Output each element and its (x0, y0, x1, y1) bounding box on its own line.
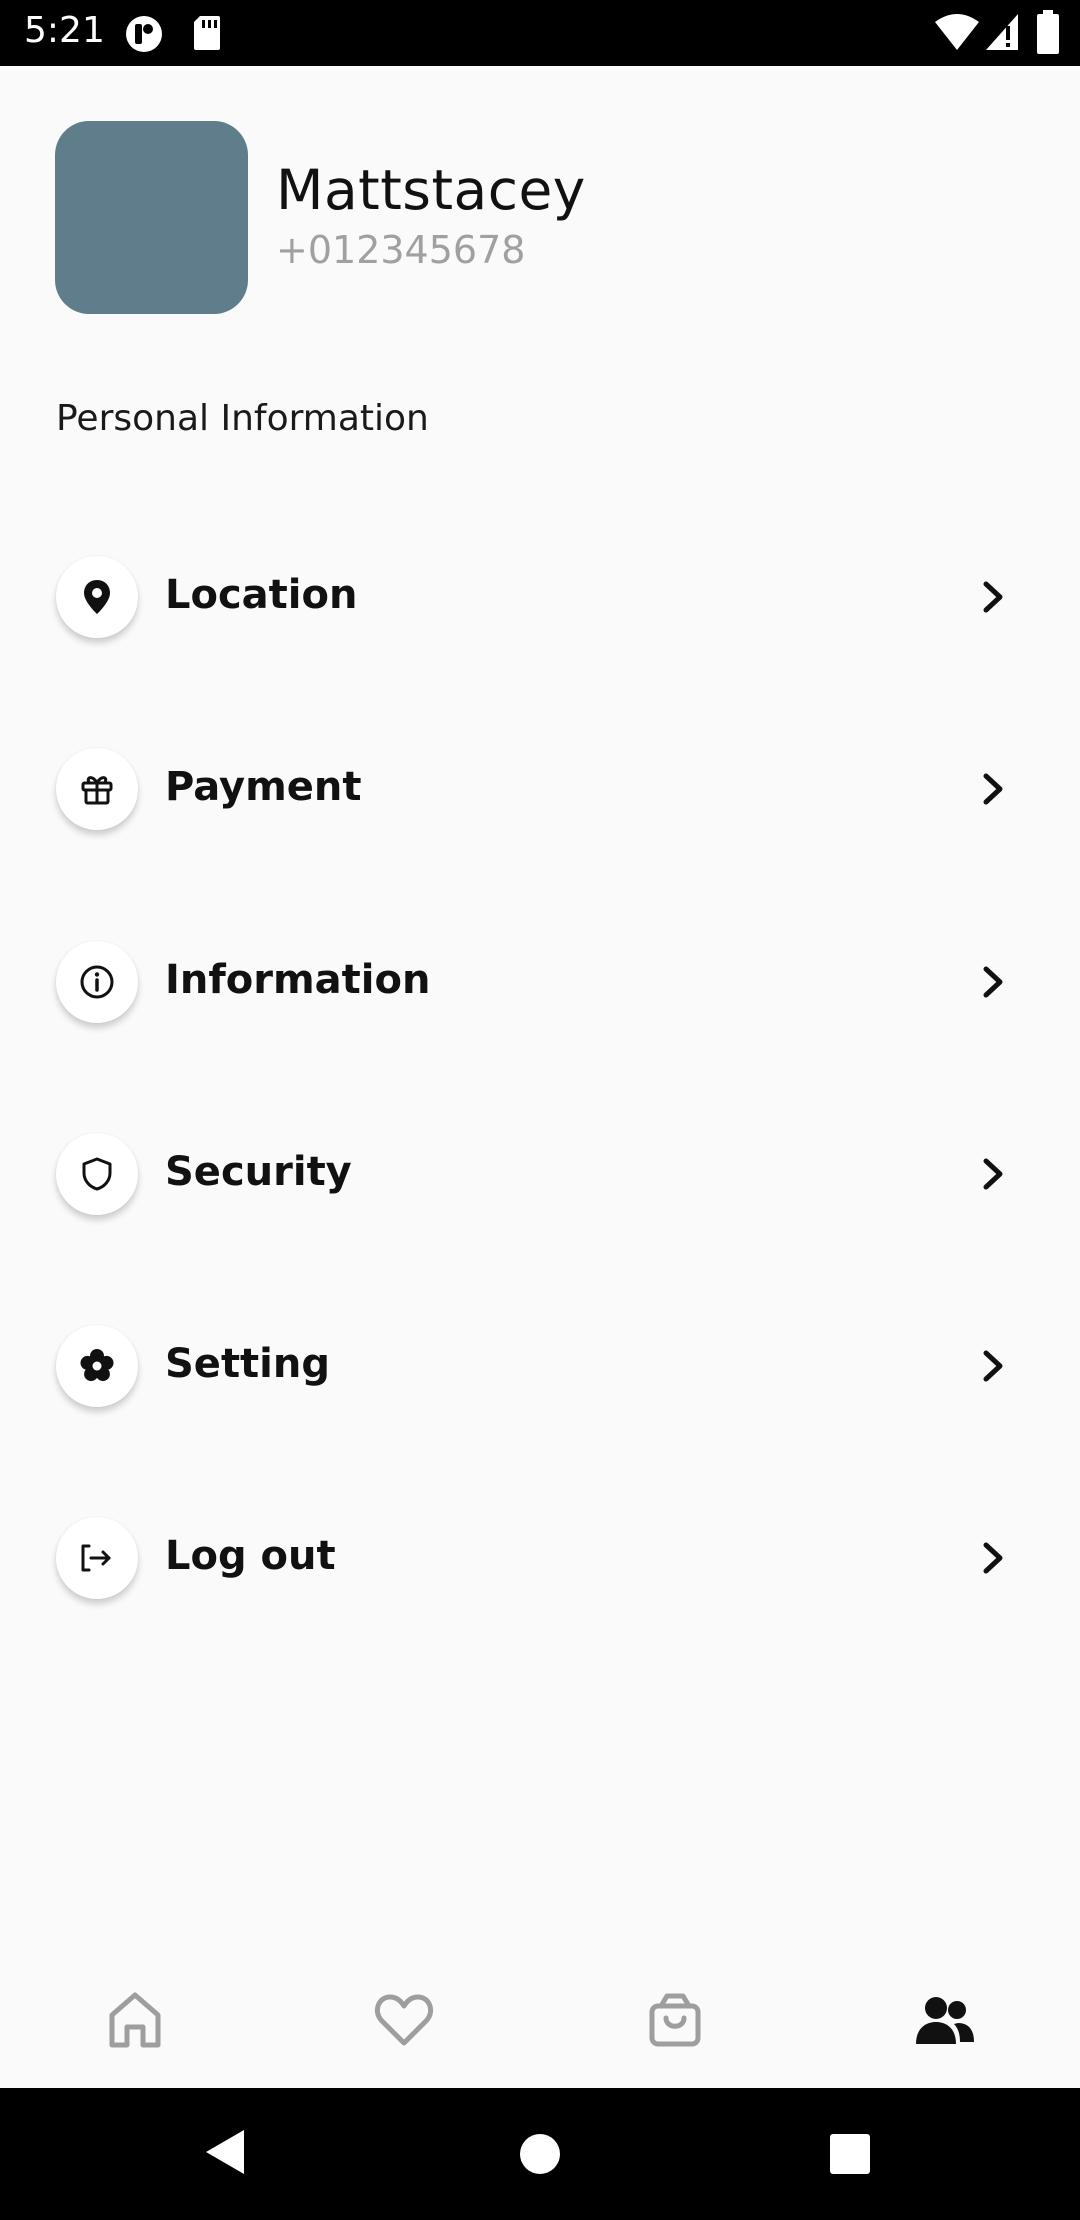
menu-label: Log out (165, 1533, 336, 1579)
home-icon (109, 1992, 161, 2048)
chevron-right-icon (983, 1158, 1003, 1190)
app-notification-icon (124, 14, 164, 59)
location-pin-icon (56, 556, 138, 638)
chevron-right-icon (983, 966, 1003, 998)
nav-bag[interactable] (627, 1972, 723, 2068)
sd-card-icon (192, 14, 222, 57)
back-icon[interactable] (204, 2128, 246, 2176)
battery-icon (1036, 10, 1060, 59)
home-circle-icon[interactable] (519, 2133, 561, 2175)
menu-label: Payment (165, 764, 362, 810)
menu-item-logout[interactable]: Log out (0, 1483, 1080, 1633)
gear-icon (56, 1325, 138, 1407)
cellular-signal-icon (984, 12, 1020, 57)
avatar[interactable] (55, 121, 248, 314)
nav-favorites[interactable] (356, 1972, 452, 2068)
menu-label: Information (165, 957, 431, 1003)
section-title: Personal Information (56, 398, 429, 439)
wifi-icon (934, 12, 980, 57)
menu-item-payment[interactable]: Payment (0, 714, 1080, 864)
nav-home[interactable] (87, 1972, 183, 2068)
logout-icon (56, 1517, 138, 1599)
chevron-right-icon (983, 773, 1003, 805)
status-time: 5:21 (24, 10, 105, 51)
people-icon (916, 1997, 974, 2044)
nav-profile[interactable] (897, 1972, 993, 2068)
info-icon (56, 941, 138, 1023)
menu-label: Setting (165, 1341, 330, 1387)
system-nav-bar (0, 2088, 1080, 2220)
user-name: Mattstacey (276, 158, 586, 222)
menu-item-information[interactable]: Information (0, 907, 1080, 1057)
menu-item-location[interactable]: Location (0, 522, 1080, 672)
menu-label: Security (165, 1149, 352, 1195)
menu-item-security[interactable]: Security (0, 1099, 1080, 1249)
heart-icon (374, 1994, 434, 2046)
user-phone: +012345678 (276, 228, 526, 272)
shield-icon (56, 1133, 138, 1215)
bottom-nav (0, 1950, 1080, 2088)
shopping-bag-icon (649, 1993, 701, 2047)
status-bar: 5:21 (0, 0, 1080, 66)
menu-label: Location (165, 572, 358, 618)
chevron-right-icon (983, 1350, 1003, 1382)
menu-item-setting[interactable]: Setting (0, 1291, 1080, 1441)
chevron-right-icon (983, 581, 1003, 613)
recents-icon[interactable] (829, 2133, 871, 2175)
gift-icon (56, 748, 138, 830)
chevron-right-icon (983, 1542, 1003, 1574)
